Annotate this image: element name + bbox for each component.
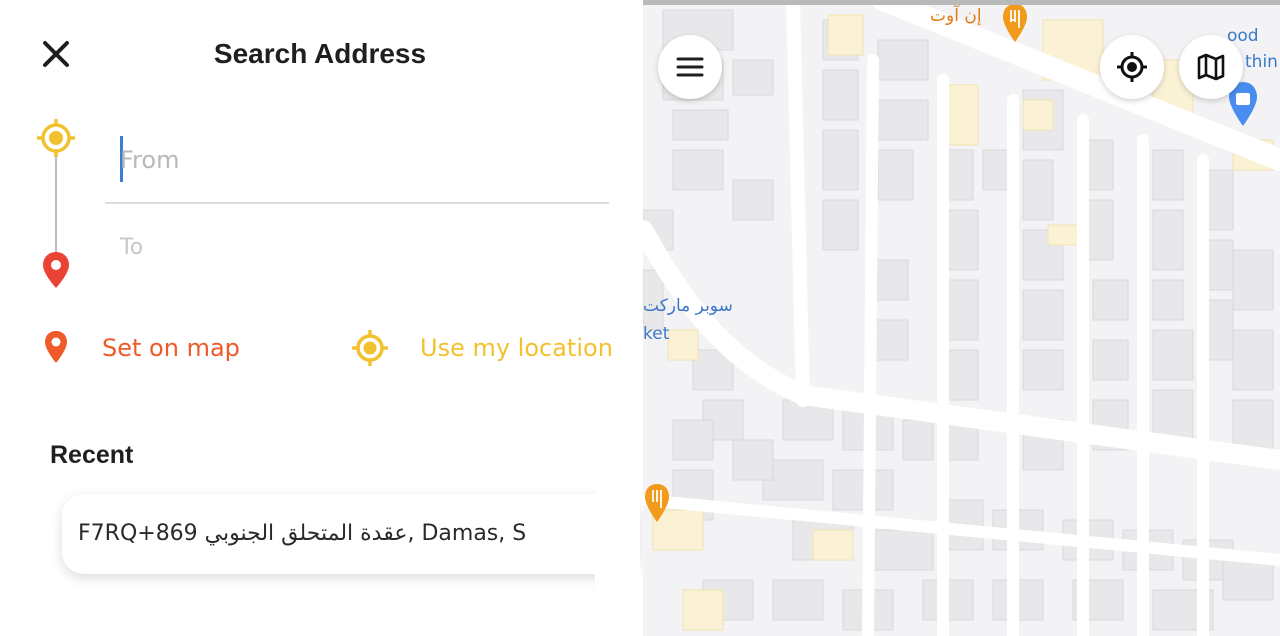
search-panel: Search Address From To Set on map Use my… (0, 0, 640, 636)
map-type-button[interactable] (1179, 35, 1243, 99)
recent-item-address: F7RQ+869 عقدة المتحلق الجنوبي, Damas, S (78, 521, 527, 546)
crosshair-icon (37, 119, 75, 157)
page-title: Search Address (213, 38, 427, 69)
recent-heading: Recent (50, 441, 134, 469)
map-label-market-latin: ket (643, 324, 670, 344)
route-connector-line (55, 156, 57, 252)
my-location-button[interactable] (1100, 35, 1164, 99)
to-placeholder: To (120, 235, 144, 260)
recent-item[interactable]: F7RQ+869 عقدة المتحلق الجنوبي, Damas, S (62, 494, 640, 574)
map-streets (643, 0, 1280, 636)
recent-item-clip: F7RQ+869 عقدة المتحلق الجنوبي, Damas, S (62, 494, 595, 574)
map-pin-icon (45, 331, 67, 363)
use-my-location-button[interactable]: Use my location (350, 326, 613, 370)
map-label-poi-2: thin (1245, 52, 1278, 72)
map-label-restaurant: إن آوت (930, 6, 982, 26)
from-input[interactable]: From (105, 120, 609, 204)
set-on-map-label: Set on map (102, 334, 240, 362)
map-view[interactable]: إن آوت سوبر ماركت ket ood thin (643, 0, 1280, 636)
map-label-market-arabic: سوبر ماركت (643, 296, 733, 316)
panel-edge (595, 480, 640, 590)
from-placeholder: From (120, 146, 180, 174)
use-my-location-label: Use my location (420, 334, 613, 362)
map-pin-icon (43, 252, 69, 288)
my-location-icon (1117, 52, 1147, 82)
set-on-map-button[interactable]: Set on map (40, 326, 240, 370)
map-top-edge (643, 0, 1280, 5)
to-input[interactable]: To (105, 226, 609, 276)
map-icon (1197, 53, 1225, 81)
hamburger-menu-icon (676, 57, 704, 77)
menu-button[interactable] (658, 35, 722, 99)
crosshair-icon (352, 330, 388, 366)
